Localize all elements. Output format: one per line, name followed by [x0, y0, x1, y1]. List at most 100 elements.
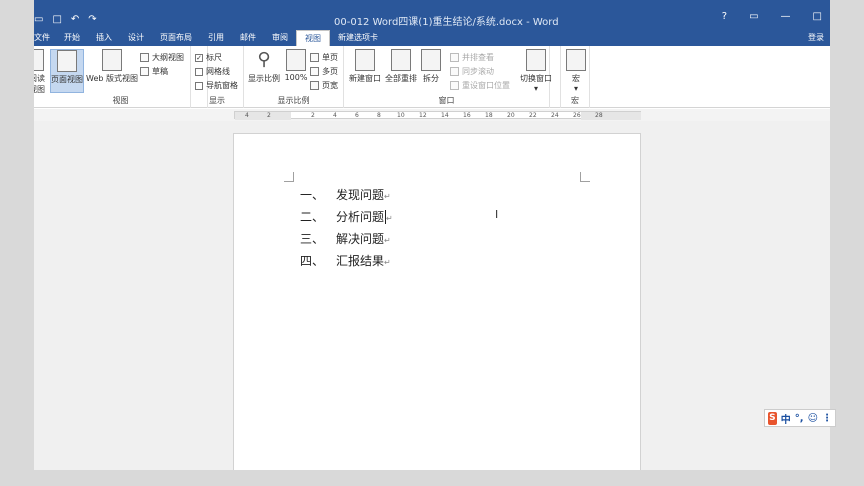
zoom-group: ⚲ 显示比例 100% 单页 多页 页宽 显示比例	[244, 46, 344, 108]
nav-pane-checkbox[interactable]: 导航窗格	[195, 79, 238, 92]
ruler-tick: 8	[377, 112, 381, 119]
list-item[interactable]: 三、 解决问题↵	[300, 230, 391, 247]
multi-page-button[interactable]: 多页	[310, 65, 338, 78]
ribbon-display-icon[interactable]: ▭	[749, 11, 758, 22]
paragraph-mark-icon: ↵	[386, 214, 393, 223]
minimize-icon[interactable]: —	[781, 11, 791, 22]
list-item[interactable]: 二、 分析问题 ↵	[300, 208, 393, 225]
ribbon: 阅读 视图 页面视图 Web 版式视图 大纲视图 草稿 视图	[34, 46, 830, 108]
ruler-margin-right	[581, 112, 641, 120]
window-title: 00-012 Word四课(1)重生结论/系统.docx - Word	[334, 17, 559, 28]
sync-scroll-button[interactable]: 同步滚动	[450, 65, 494, 78]
side-by-side-icon	[450, 53, 459, 62]
draft-button[interactable]: 草稿	[140, 65, 168, 78]
save-icon[interactable]: ▭	[34, 14, 43, 25]
one-page-icon	[310, 53, 319, 62]
tab-home[interactable]: 开始	[56, 30, 88, 46]
ime-punctuation-toggle[interactable]: °,	[795, 413, 804, 424]
zoom-100-button[interactable]: 100%	[284, 49, 308, 82]
paragraph-mark-icon: ↵	[384, 192, 391, 201]
maximize-icon[interactable]: □	[813, 11, 822, 22]
page-width-button[interactable]: 页宽	[310, 79, 338, 92]
gridlines-checkbox[interactable]: 网格线	[195, 65, 230, 78]
tab-new[interactable]: 新建选项卡	[330, 30, 386, 46]
ruler-tick: 10	[397, 112, 405, 119]
ime-toolbar[interactable]: S 中 °, ☺ ⋮	[764, 409, 836, 427]
views-group: 阅读 视图 页面视图 Web 版式视图 大纲视图 草稿 视图	[34, 46, 208, 108]
web-layout-label: Web 版式视图	[86, 74, 138, 83]
multi-page-icon	[310, 67, 319, 76]
more-icon[interactable]: ⋮	[822, 413, 832, 424]
arrange-all-button[interactable]: 全部重排	[384, 49, 418, 84]
horizontal-ruler[interactable]: 4 2 2 4 6 8 10 12 14 16 18 20 22 24 26 2…	[34, 109, 830, 121]
web-layout-button[interactable]: Web 版式视图	[86, 49, 138, 84]
tab-layout[interactable]: 页面布局	[152, 30, 200, 46]
ruler-tick: 2	[267, 112, 271, 119]
list-item[interactable]: 四、 汇报结果↵	[300, 252, 391, 269]
arrange-all-icon	[391, 49, 411, 71]
outline-icon	[140, 53, 149, 62]
read-mode-icon	[34, 49, 44, 71]
split-icon	[421, 49, 441, 71]
tab-references[interactable]: 引用	[200, 30, 232, 46]
window-group-label: 窗口	[438, 96, 455, 105]
emoji-icon[interactable]: ☺	[808, 413, 818, 424]
macros-group-label: 宏	[571, 96, 579, 105]
print-preview-icon[interactable]: □	[52, 14, 61, 25]
ibeam-cursor-icon: I	[495, 208, 499, 221]
ruler-tick: 4	[245, 112, 249, 119]
ruler-tick: 12	[419, 112, 427, 119]
paragraph-mark-icon: ↵	[384, 236, 391, 245]
new-window-icon	[355, 49, 375, 71]
zoom-button[interactable]: ⚲ 显示比例	[246, 49, 282, 84]
ruler-tick: 20	[507, 112, 515, 119]
ruler-tick: 24	[551, 112, 559, 119]
print-layout-button[interactable]: 页面视图	[50, 49, 84, 93]
tab-view[interactable]: 视图	[296, 30, 330, 46]
sync-scroll-icon	[450, 67, 459, 76]
ruler-tick: 26	[573, 112, 581, 119]
outline-button[interactable]: 大纲视图	[140, 51, 184, 64]
read-mode-label: 阅读	[34, 74, 45, 83]
ruler-bar: 4 2 2 4 6 8 10 12 14 16 18 20 22 24 26 2…	[234, 111, 641, 120]
print-layout-label: 页面视图	[51, 75, 83, 84]
ime-language-toggle[interactable]: 中	[781, 411, 791, 426]
ruler-tick: 4	[333, 112, 337, 119]
macros-group: 宏 ▾ 宏	[560, 46, 590, 108]
side-by-side-button[interactable]: 并排查看	[450, 51, 494, 64]
split-button[interactable]: 拆分	[420, 49, 442, 84]
ruler-tick: 22	[529, 112, 537, 119]
sogou-logo-icon[interactable]: S	[768, 411, 777, 425]
ruler-tick: 14	[441, 112, 449, 119]
new-window-button[interactable]: 新建窗口	[348, 49, 382, 84]
tab-mailings[interactable]: 邮件	[232, 30, 264, 46]
document-page[interactable]: 一、 发现问题↵ 二、 分析问题 ↵ 三、 解决问题↵ 四、 汇报结果↵	[233, 133, 641, 470]
checkbox-icon: ✓	[195, 53, 203, 62]
switch-window-icon	[526, 49, 546, 71]
tab-file[interactable]: 文件	[34, 30, 56, 46]
reset-position-button[interactable]: 重设窗口位置	[450, 79, 510, 92]
tab-insert[interactable]: 插入	[88, 30, 120, 46]
one-page-button[interactable]: 单页	[310, 51, 338, 64]
tab-design[interactable]: 设计	[120, 30, 152, 46]
help-icon[interactable]: ?	[722, 11, 727, 22]
corner-mark	[284, 172, 294, 182]
ruler-checkbox[interactable]: ✓ 标尺	[195, 51, 222, 64]
corner-mark	[580, 172, 590, 182]
magnifier-icon: ⚲	[257, 49, 271, 70]
switch-window-button[interactable]: 切换窗口 ▾	[518, 49, 554, 93]
redo-icon[interactable]: ↷	[88, 14, 96, 25]
list-item[interactable]: 一、 发现问题↵	[300, 186, 391, 203]
ruler-tick: 2	[311, 112, 315, 119]
page-icon	[57, 50, 77, 72]
login-link[interactable]: 登录	[808, 30, 824, 46]
ruler-tick: 18	[485, 112, 493, 119]
draft-icon	[140, 67, 149, 76]
macros-button[interactable]: 宏 ▾	[565, 49, 587, 93]
tab-review[interactable]: 审阅	[264, 30, 296, 46]
read-mode-button[interactable]: 阅读 视图	[34, 49, 46, 95]
ruler-margin-left	[235, 112, 291, 120]
window-controls: ? ▭ — □	[722, 11, 822, 22]
checkbox-icon	[195, 67, 203, 76]
undo-icon[interactable]: ↶	[71, 14, 79, 25]
